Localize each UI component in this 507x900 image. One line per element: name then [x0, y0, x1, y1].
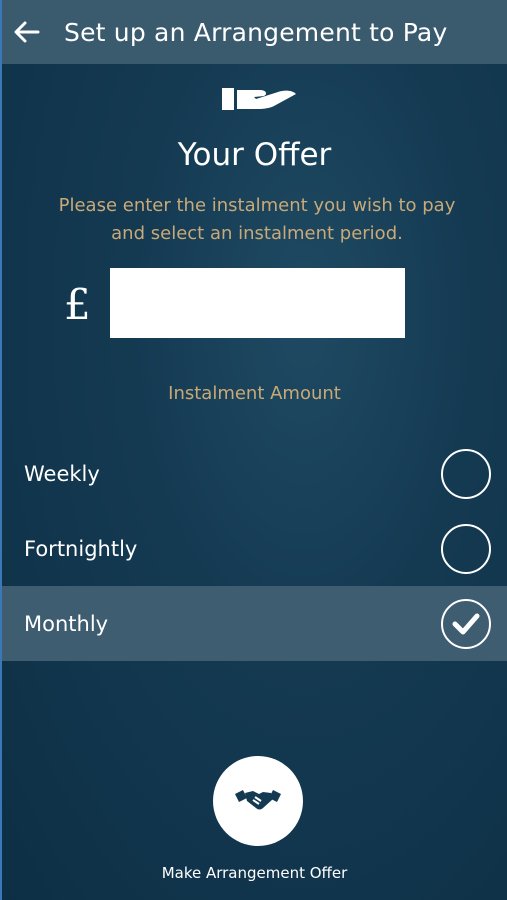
radio-unchecked[interactable] [441, 448, 491, 499]
option-label: Fortnightly [24, 536, 138, 561]
handshake-icon [235, 790, 281, 810]
make-arrangement-offer-button[interactable] [213, 756, 303, 846]
instalment-amount-input[interactable] [110, 268, 405, 338]
option-monthly[interactable]: Monthly [2, 586, 507, 661]
app-screen: Set up an Arrangement to Pay Your Offer … [0, 0, 507, 900]
option-weekly[interactable]: Weekly [2, 436, 507, 511]
option-fortnightly[interactable]: Fortnightly [2, 511, 507, 586]
instalment-amount-label: Instalment Amount [168, 383, 341, 404]
arrow-left-icon [14, 21, 40, 43]
back-button[interactable] [12, 17, 42, 47]
radio-unchecked[interactable] [441, 523, 491, 574]
currency-symbol: £ [64, 280, 91, 329]
make-arrangement-offer-label: Make Arrangement Offer [161, 864, 348, 882]
offering-hand-icon [222, 88, 296, 110]
page-title: Set up an Arrangement to Pay [64, 17, 448, 47]
top-app-bar: Set up an Arrangement to Pay [2, 0, 507, 64]
offer-title: Your Offer [177, 137, 332, 173]
option-label: Monthly [24, 611, 109, 636]
instalment-period-options: Weekly Fortnightly Monthly [2, 436, 507, 661]
checkmark-icon [452, 613, 480, 634]
instructions-text: Please enter the instalment you wish to … [58, 195, 456, 244]
option-label: Weekly [24, 461, 100, 486]
radio-checked[interactable] [441, 598, 491, 649]
